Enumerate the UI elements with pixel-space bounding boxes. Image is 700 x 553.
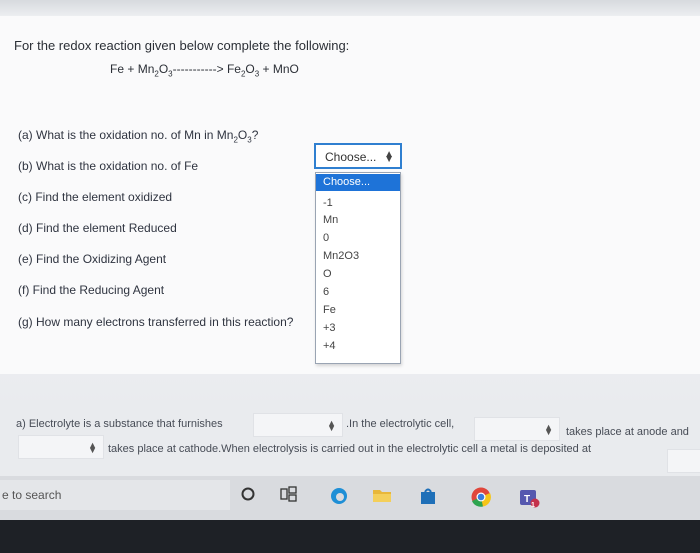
teams-icon[interactable]: T	[518, 486, 540, 508]
edge-icon[interactable]	[329, 486, 349, 506]
fill-in-blank-section: a) Electrolyte is a substance that furni…	[0, 400, 700, 480]
cortana-icon[interactable]	[240, 486, 256, 502]
taskbar-search-box[interactable]: e to search	[0, 480, 230, 510]
question-d: (d) Find the element Reduced	[18, 221, 177, 235]
question-f: (f) Find the Reducing Agent	[18, 283, 165, 297]
svg-text:T: T	[524, 494, 530, 505]
dropdown-option[interactable]: Fe	[316, 304, 400, 316]
blank-select-1[interactable]: ▲ ▼	[253, 413, 343, 437]
blank-text-1: a) Electrolyte is a substance that furni…	[16, 418, 223, 430]
windows-taskbar: e to search T 1	[0, 476, 700, 520]
task-view-icon[interactable]	[280, 486, 298, 502]
question-a: (a) What is the oxidation no. of Mn in M…	[18, 128, 259, 145]
question-title: For the redox reaction given below compl…	[14, 38, 350, 53]
dropdown-option[interactable]: Mn	[316, 214, 400, 226]
question-c: (c) Find the element oxidized	[18, 190, 173, 204]
file-explorer-icon[interactable]	[372, 486, 392, 504]
chrome-icon[interactable]	[470, 486, 492, 508]
question-e: (e) Find the Oxidizing Agent	[18, 252, 167, 266]
dropdown-option[interactable]: +4	[316, 340, 400, 352]
select-arrow-icon: ▲ ▼	[544, 422, 553, 437]
dropdown-option[interactable]: O	[316, 268, 400, 280]
monitor-bezel	[0, 520, 700, 553]
blank-text-2: .In the electrolytic cell,	[346, 418, 455, 430]
question-card: For the redox reaction given below compl…	[0, 16, 700, 374]
question-b: (b) What is the oxidation no. of Fe	[18, 159, 199, 173]
select-arrow-icon: ▲ ▼	[384, 149, 394, 165]
dropdown-option[interactable]: Choose...	[316, 174, 400, 191]
blank-text-3: takes place at anode and	[566, 426, 689, 438]
dropdown-option[interactable]: +3	[316, 322, 400, 334]
screen: For the redox reaction given below compl…	[0, 0, 700, 520]
teams-badge: 1	[531, 502, 535, 509]
dropdown-option[interactable]: 0	[316, 232, 400, 244]
answer-select[interactable]: Choose... ▲ ▼	[314, 143, 402, 169]
store-icon[interactable]	[418, 486, 438, 506]
blank-select-2[interactable]: ▲ ▼	[474, 417, 560, 441]
dropdown-option[interactable]: 6	[316, 286, 400, 298]
question-g: (g) How many electrons transferred in th…	[18, 315, 294, 329]
reaction-equation: Fe + Mn2O3-----------> Fe2O3 + MnO	[110, 62, 299, 79]
blank-select-3[interactable]: ▲ ▼	[18, 435, 104, 459]
answer-dropdown-list: Choose... -1 Mn 0 Mn2O3 O 6 Fe +3 +4	[315, 172, 401, 364]
browser-top-band	[0, 0, 700, 16]
dropdown-option[interactable]: -1	[316, 197, 400, 209]
blank-text-4: takes place at cathode.When electrolysis…	[108, 443, 592, 455]
select-arrow-icon: ▲ ▼	[327, 418, 336, 433]
select-arrow-icon: ▲ ▼	[88, 440, 97, 455]
blank-select-4[interactable]	[667, 449, 700, 473]
dropdown-option[interactable]: Mn2O3	[316, 250, 400, 262]
